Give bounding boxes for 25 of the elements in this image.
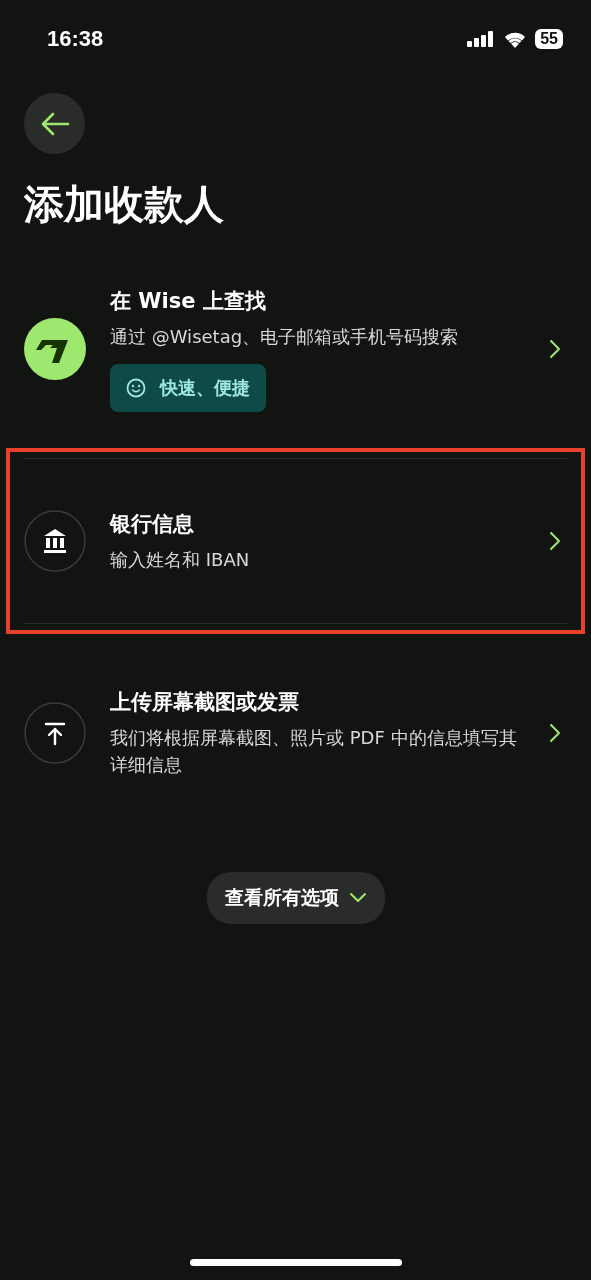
option-description: 输入姓名和 IBAN: [110, 547, 251, 572]
option-row[interactable]: 银行信息 输入姓名和 IBAN: [24, 458, 567, 624]
wifi-icon: [503, 30, 528, 48]
badge-label: 快速、便捷: [160, 375, 250, 400]
option-title: 银行信息: [110, 510, 195, 538]
signal-icon: [467, 31, 496, 47]
status-time: 16:38: [47, 26, 104, 52]
option-title: 在 Wise 上查找: [110, 287, 267, 315]
chevron-right-icon: [549, 339, 561, 359]
smiley-icon: [126, 377, 146, 398]
option-row[interactable]: 上传屏幕截图或发票 我们将根据屏幕截图、照片或 PDF 中的信息填写其详细信息: [10, 668, 581, 798]
back-arrow-icon: [39, 111, 70, 136]
chevron-down-icon: [348, 892, 367, 904]
bank-icon: [24, 510, 86, 572]
page-title: 添加收款人: [24, 180, 225, 228]
option-title: 上传屏幕截图或发票: [110, 689, 300, 716]
chevron-right-icon: [549, 723, 561, 743]
lightning-logo-icon: [24, 318, 86, 380]
chevron-right-icon: [549, 531, 561, 551]
option-description: 通过 @Wisetag、电子邮箱或手机号码搜索: [110, 324, 460, 349]
view-all-options-button[interactable]: 查看所有选项: [206, 872, 385, 924]
option-description: 我们将根据屏幕截图、照片或 PDF 中的信息填写其详细信息: [110, 726, 518, 777]
option-row[interactable]: 在 Wise 上查找 通过 @Wisetag、电子邮箱或手机号码搜索 快速、便捷: [10, 284, 581, 414]
battery-level: 55: [535, 29, 563, 49]
upload-icon: [24, 702, 86, 764]
